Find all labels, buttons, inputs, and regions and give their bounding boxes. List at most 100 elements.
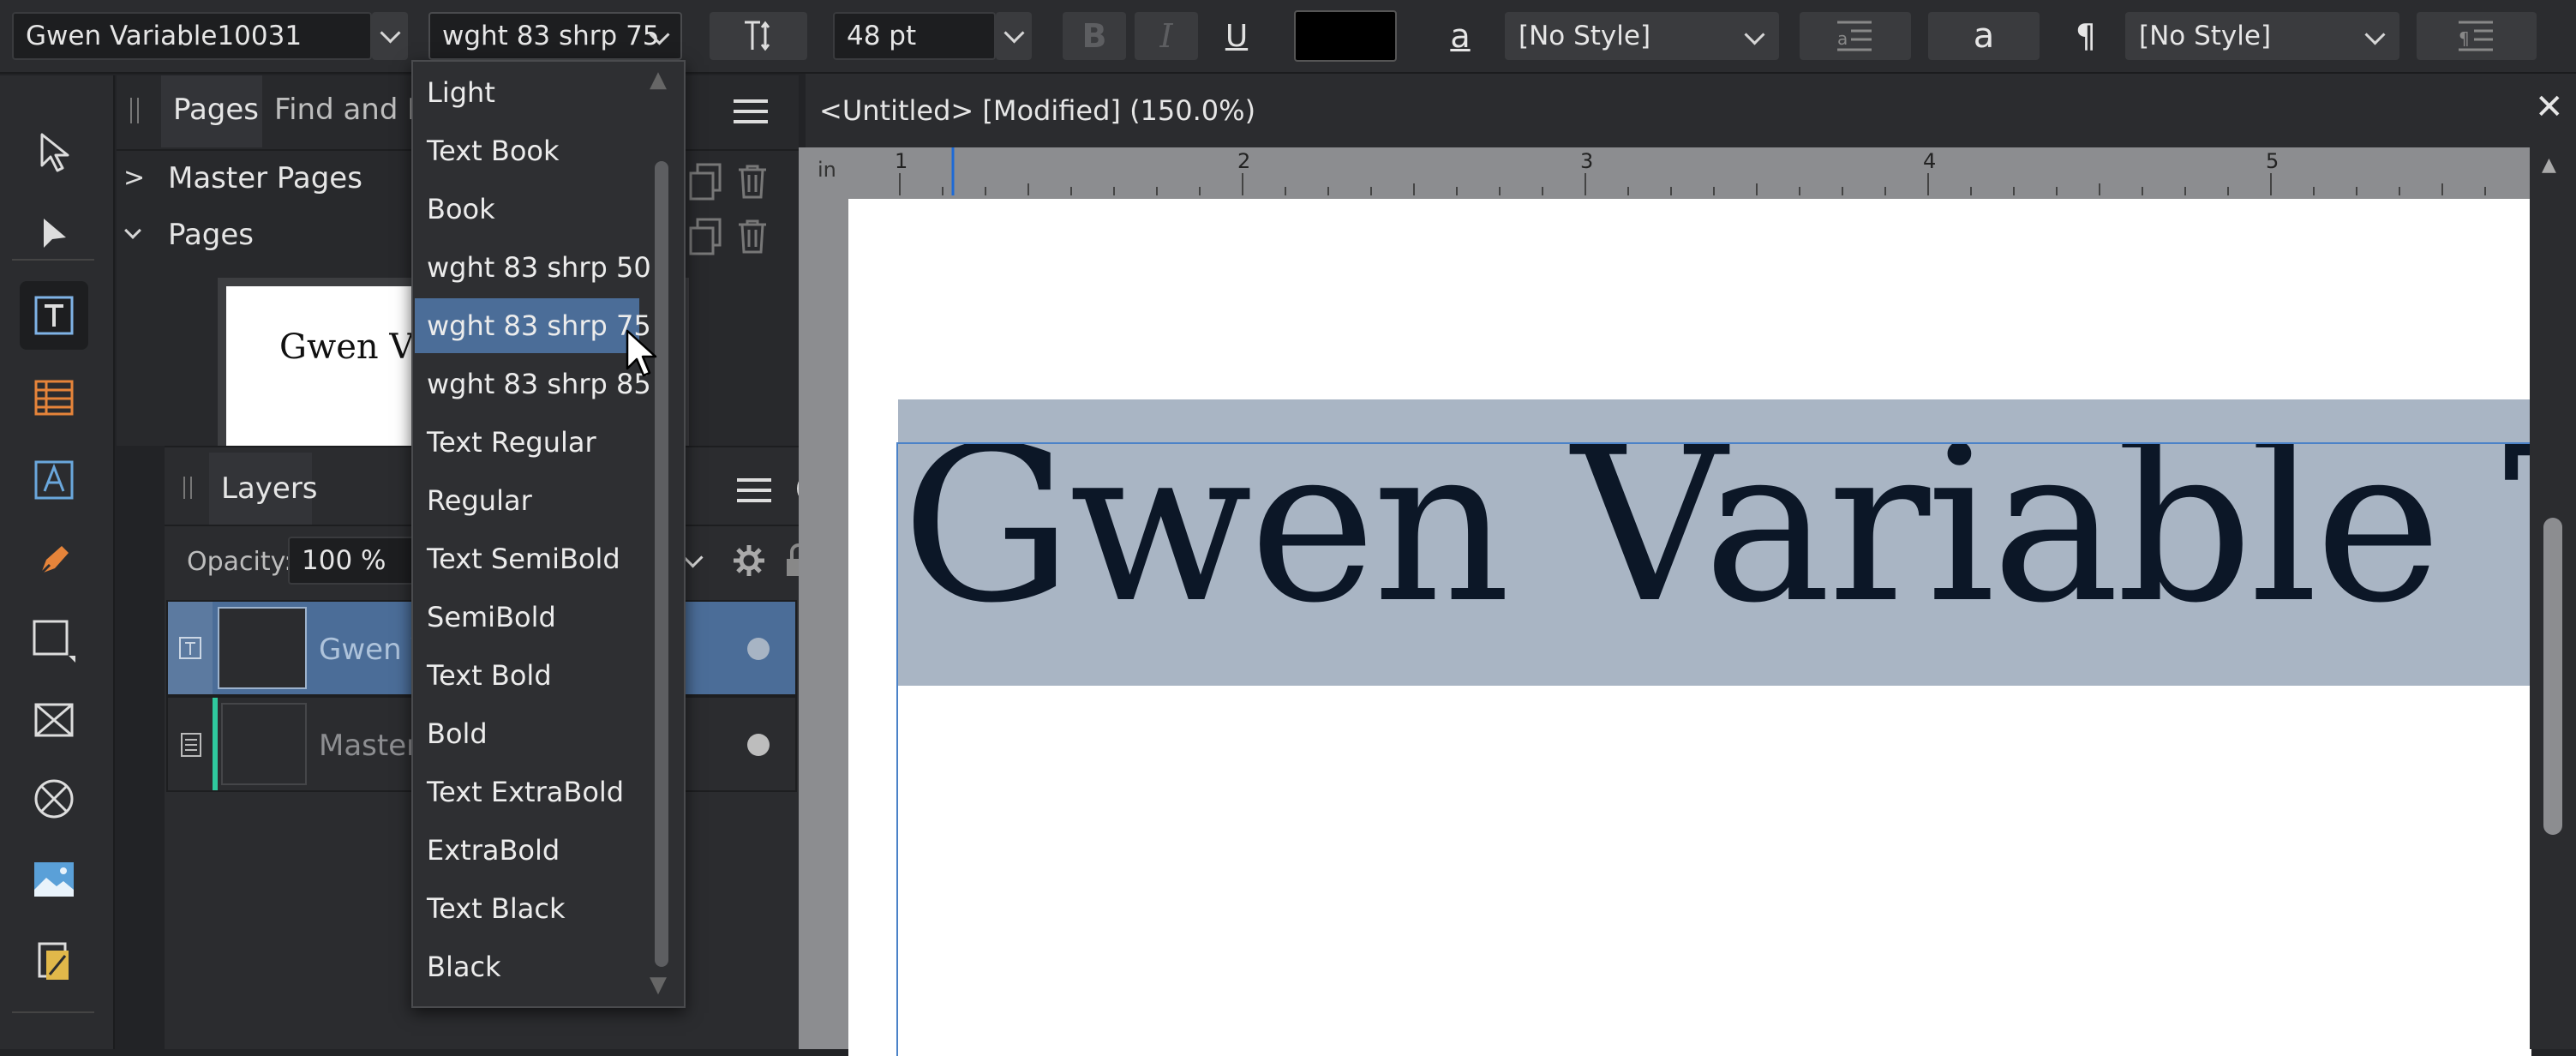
menu-item[interactable]: Light	[415, 65, 639, 120]
close-document-icon[interactable]: ✕	[2535, 87, 2564, 127]
mouse-cursor-icon	[626, 329, 657, 377]
pen-icon	[39, 546, 69, 575]
layer-type-cell	[168, 602, 213, 694]
text-color-swatch[interactable]	[1294, 10, 1397, 62]
layer-type-cell	[168, 698, 213, 790]
italic-button[interactable]: I	[1135, 12, 1198, 60]
menu-item[interactable]: Text ExtraBold	[415, 765, 639, 819]
menu-item[interactable]: Text Regular	[415, 415, 639, 470]
scroll-up-icon[interactable]: ▲	[2542, 154, 2556, 176]
menu-scroll-down-icon[interactable]: ▼	[650, 972, 667, 998]
duplicate-page-icon[interactable]	[689, 218, 723, 255]
menu-scrollbar-thumb[interactable]	[655, 161, 668, 967]
font-size-dropdown-button[interactable]	[996, 12, 1032, 60]
vertical-scrollbar[interactable]: ▲	[2530, 147, 2576, 1049]
resource-manager-tool[interactable]	[20, 927, 88, 996]
tools-panel	[0, 75, 115, 1049]
tab-pages-label: Pages	[173, 93, 260, 127]
vertical-ruler[interactable]	[799, 195, 847, 1049]
font-family-field[interactable]: Gwen Variable10031	[12, 12, 372, 60]
menu-item[interactable]: SemiBold	[415, 590, 639, 645]
frame-text-tool[interactable]	[20, 281, 88, 350]
document-tab-bar: <Untitled> [Modified] (150.0%) ✕	[806, 74, 2576, 147]
paragraph-style-icon[interactable]: ¶	[2065, 10, 2106, 62]
layer-thumbnail	[218, 607, 307, 689]
chevron-down-icon	[1003, 21, 1025, 44]
menu-item[interactable]: wght 83 shrp 50	[415, 240, 651, 295]
picture-frame-tool[interactable]	[20, 686, 88, 754]
underline-button[interactable]: U	[1205, 12, 1268, 60]
table-icon	[34, 380, 74, 416]
pen-tool[interactable]	[20, 526, 88, 595]
panel-menu-icon[interactable]	[734, 96, 768, 127]
panel-grip[interactable]	[130, 98, 139, 123]
horizontal-ruler[interactable]: in 1 2 3 4 5	[799, 147, 2530, 195]
tab-layers[interactable]: Layers	[209, 453, 318, 525]
ellipse-frame-tool[interactable]	[20, 765, 88, 833]
character-style-select[interactable]: [No Style]	[1505, 12, 1779, 60]
text-options-button[interactable]	[710, 12, 807, 60]
visibility-dot-icon[interactable]	[747, 638, 770, 660]
menu-item[interactable]: Black	[415, 939, 639, 994]
menu-item[interactable]: Bold	[415, 706, 639, 761]
character-style-icon[interactable]: a	[1443, 10, 1477, 62]
document-text[interactable]: Gwen Variable T	[902, 444, 2535, 633]
menu-scroll-up-icon[interactable]: ▲	[650, 67, 667, 93]
opacity-field[interactable]: 100 %	[288, 537, 416, 585]
menu-item[interactable]: Regular	[415, 473, 639, 528]
character-style-options-button[interactable]: a	[1800, 12, 1911, 60]
lowercase-icon: a	[1973, 16, 1995, 56]
menu-item[interactable]: Text Bold	[415, 648, 639, 703]
context-toolbar: Gwen Variable10031 wght 83 shrp 75 48 pt…	[0, 0, 2576, 74]
menu-item[interactable]: Text Black	[415, 881, 639, 936]
text-frame-edge	[896, 442, 898, 1056]
artistic-text-icon	[34, 460, 74, 500]
pages-section-label: Pages	[168, 218, 255, 252]
panel-grip[interactable]	[183, 477, 192, 499]
document-title[interactable]: <Untitled> [Modified] (150.0%)	[819, 94, 1255, 127]
svg-text:¶: ¶	[2459, 28, 2470, 49]
font-family-dropdown-button[interactable]	[372, 12, 408, 60]
font-size-value: 48 pt	[847, 21, 917, 51]
bold-button[interactable]: B	[1063, 12, 1126, 60]
font-style-field[interactable]: wght 83 shrp 75	[428, 12, 682, 60]
ruler-tick-label: 5	[2266, 149, 2279, 173]
paragraph-style-options-button[interactable]: ¶	[2417, 12, 2537, 60]
text-frame[interactable]: Gwen Variable T	[898, 442, 2535, 686]
opacity-value: 100 %	[302, 545, 386, 576]
move-tool[interactable]	[20, 118, 88, 187]
leading-icon	[745, 21, 770, 51]
master-layer-icon	[181, 733, 201, 757]
menu-item-selected[interactable]: wght 83 shrp 75	[415, 298, 651, 353]
underline-icon: U	[1225, 18, 1249, 54]
menu-item[interactable]: Book	[415, 182, 639, 237]
lowercase-button[interactable]: a	[1928, 12, 2040, 60]
document-page[interactable]: Gwen Variable T	[848, 199, 2535, 1056]
menu-item[interactable]: ExtraBold	[415, 823, 639, 878]
chevron-right-icon: >	[123, 163, 146, 193]
menu-item[interactable]: wght 83 shrp 85	[415, 357, 651, 411]
font-style-value: wght 83 shrp 75	[442, 21, 660, 51]
place-image-tool[interactable]	[20, 845, 88, 914]
rectangle-tool[interactable]	[20, 607, 88, 675]
font-size-field[interactable]: 48 pt	[833, 12, 996, 60]
paragraph-indent-icon: ¶	[2459, 21, 2493, 51]
layers-title: Layers	[221, 471, 318, 506]
chevron-down-icon	[124, 222, 141, 239]
table-tool[interactable]	[20, 363, 88, 432]
layer-name: Master	[319, 729, 419, 763]
layer-settings-icon[interactable]	[730, 542, 768, 579]
scrollbar-thumb[interactable]	[2543, 518, 2562, 835]
delete-page-icon[interactable]	[735, 218, 770, 255]
layers-menu-icon[interactable]	[737, 475, 771, 506]
font-style-menu: Light Text Book Book wght 83 shrp 50 wgh…	[411, 60, 686, 1008]
menu-item[interactable]: Text SemiBold	[415, 531, 639, 586]
duplicate-master-icon[interactable]	[689, 163, 723, 201]
text-layer-icon	[179, 637, 201, 659]
paragraph-style-select[interactable]: [No Style]	[2125, 12, 2399, 60]
delete-master-icon[interactable]	[735, 163, 770, 201]
tab-pages[interactable]: Pages	[161, 75, 262, 147]
artistic-text-tool[interactable]	[20, 446, 88, 514]
visibility-dot-icon[interactable]	[747, 734, 770, 756]
menu-item[interactable]: Text Book	[415, 123, 639, 178]
